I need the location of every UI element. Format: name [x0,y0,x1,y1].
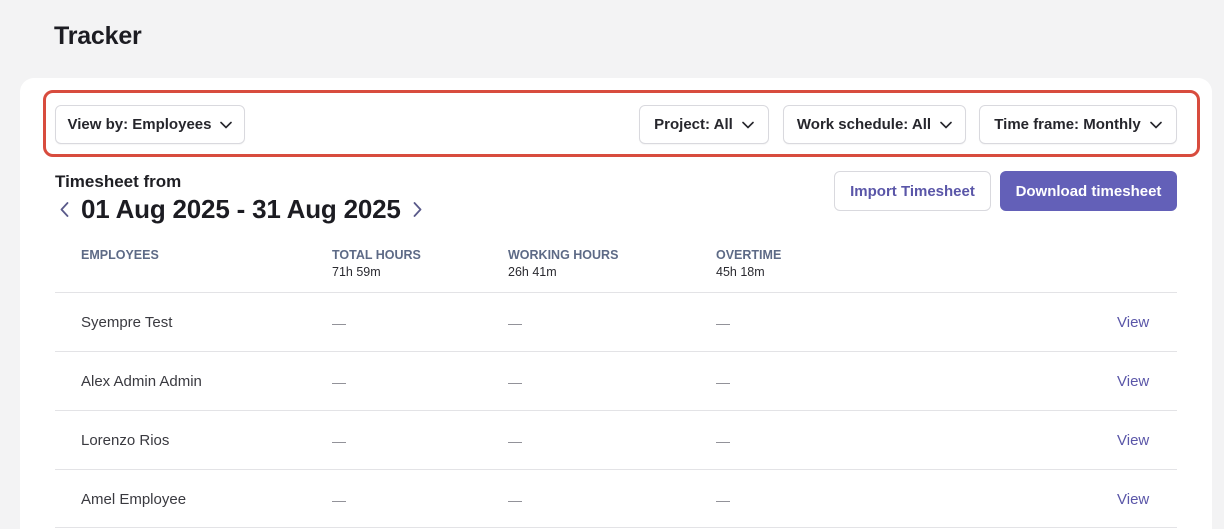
table-divider [55,351,1177,352]
page-title: Tracker [54,22,142,50]
employee-name: Lorenzo Rios [81,432,170,449]
chevron-down-icon [220,121,233,128]
work-schedule-label: Work schedule: All [796,116,932,133]
overtime-sum: 45h 18m [716,265,765,279]
overtime-cell: — [716,492,730,508]
view-link[interactable]: View [1117,314,1149,331]
work-schedule-dropdown[interactable]: Work schedule: All [783,105,966,144]
chevron-right-icon [413,201,422,217]
project-label: Project: All [654,116,733,133]
project-dropdown[interactable]: Project: All [639,105,769,144]
next-period-button[interactable] [409,196,427,222]
header-employees-label: EMPLOYEES [81,248,159,262]
prev-period-button[interactable] [55,196,73,222]
total-hours-cell: — [332,315,346,331]
view-link[interactable]: View [1117,432,1149,449]
total-hours-cell: — [332,374,346,390]
chevron-down-icon [1149,121,1162,128]
table-divider [55,410,1177,411]
table-divider [55,469,1177,470]
timesheet-label: Timesheet from [55,172,182,191]
working-hours-cell: — [508,492,522,508]
view-by-label: View by: Employees [67,116,212,133]
header-total-hours: TOTAL HOURS 71h 59m [332,248,421,279]
header-employees: EMPLOYEES [81,248,159,262]
working-hours-sum: 26h 41m [508,265,557,279]
date-range-text: 01 Aug 2025 - 31 Aug 2025 [81,193,401,224]
total-hours-cell: — [332,433,346,449]
working-hours-cell: — [508,315,522,331]
chevron-down-icon [742,121,754,128]
view-link[interactable]: View [1117,491,1149,508]
table-divider [55,292,1177,293]
table-divider [55,527,1177,528]
total-hours-sum: 71h 59m [332,265,381,279]
employee-name: Syempre Test [81,314,173,331]
date-range-navigator: 01 Aug 2025 - 31 Aug 2025 [55,194,427,224]
header-working-hours: WORKING HOURS 26h 41m [508,248,618,279]
overtime-cell: — [716,315,730,331]
total-hours-cell: — [332,492,346,508]
view-by-dropdown[interactable]: View by: Employees [55,105,245,144]
download-timesheet-button[interactable]: Download timesheet [1000,171,1177,211]
header-total-hours-label: TOTAL HOURS [332,248,421,262]
header-overtime-label: OVERTIME [716,248,782,262]
time-frame-label: Time frame: Monthly [994,116,1141,133]
employee-name: Alex Admin Admin [81,373,202,390]
employee-name: Amel Employee [81,491,187,508]
chevron-down-icon [940,121,952,128]
view-link[interactable]: View [1117,373,1149,390]
overtime-cell: — [716,374,730,390]
time-frame-dropdown[interactable]: Time frame: Monthly [979,105,1177,144]
header-overtime: OVERTIME 45h 18m [716,248,781,279]
working-hours-cell: — [508,433,522,449]
header-working-hours-label: WORKING HOURS [508,248,619,262]
overtime-cell: — [716,433,730,449]
import-timesheet-button[interactable]: Import Timesheet [834,171,991,211]
working-hours-cell: — [508,374,522,390]
chevron-left-icon [60,201,68,217]
